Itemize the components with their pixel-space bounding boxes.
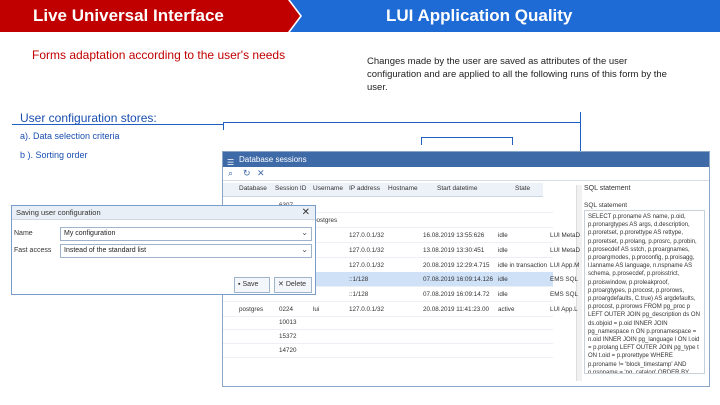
cell-user: lui xyxy=(313,306,320,313)
sql-statement-box[interactable]: SELECT p.proname AS name, p.oid, p.prona… xyxy=(584,210,705,374)
cell-state: idle xyxy=(498,247,508,254)
sql-label: SQL statement xyxy=(584,202,628,209)
bracket-window xyxy=(223,122,581,130)
cell-state: idle xyxy=(498,232,508,239)
table-row[interactable]: 15372 xyxy=(223,329,553,344)
header-right-title: LUI Application Quality xyxy=(386,6,573,25)
cell-state: active xyxy=(498,306,515,313)
column-username[interactable]: Username xyxy=(313,185,343,192)
cell-sid: 14720 xyxy=(279,347,297,354)
delete-icon: ✕ xyxy=(278,281,284,288)
bracket-start-column xyxy=(421,137,513,145)
dialog-title-bar: Saving user configuration ✕ xyxy=(12,206,315,220)
dialog-close-icon[interactable]: ✕ xyxy=(302,206,310,220)
table-row[interactable]: 10013 xyxy=(223,315,553,330)
cell-state: idle xyxy=(498,291,508,298)
stores-item-criteria: a). Data selection criteria xyxy=(20,131,120,141)
name-value: My configuration xyxy=(64,230,116,237)
fast-access-select[interactable]: Instead of the standard list ⌄ xyxy=(60,244,312,258)
window-title: Database sessions xyxy=(239,155,307,164)
cell-app: EMS SQL xyxy=(550,291,578,298)
column-start-datetime[interactable]: Start datetime xyxy=(437,185,477,192)
column-state[interactable]: State xyxy=(515,185,530,192)
column-ip-address[interactable]: IP address xyxy=(349,185,380,192)
cell-start: 07.08.2019 16:09:14.126 xyxy=(423,276,494,283)
window-toolbar: ⌕ ↻ ✕ xyxy=(223,167,709,181)
name-field[interactable]: My configuration ⌄ xyxy=(60,227,312,241)
column-hostname[interactable]: Hostname xyxy=(388,185,418,192)
delete-label: Delete xyxy=(285,281,307,288)
save-button[interactable]: ▪ Save xyxy=(234,277,270,293)
cell-state: idle xyxy=(498,276,508,283)
delete-button[interactable]: ✕ Delete xyxy=(274,277,312,293)
cell-ip: ::1/128 xyxy=(349,291,369,298)
refresh-icon[interactable]: ↻ xyxy=(243,168,251,179)
stores-title: User configuration stores: xyxy=(20,111,157,125)
cell-sid: 10013 xyxy=(279,319,297,326)
sql-column-header: SQL statement xyxy=(584,185,631,192)
cell-start: 20.08.2019 12:29:4.715 xyxy=(423,262,490,269)
cell-app: EMS SQL xyxy=(550,276,578,283)
cell-sid: 15372 xyxy=(279,333,297,340)
cell-start: 16.08.2019 13:55:626 xyxy=(423,232,485,239)
column-session-id[interactable]: Session ID xyxy=(275,185,306,192)
header-left-title: Live Universal Interface xyxy=(33,6,224,25)
stores-item-sorting: b ). Sorting order xyxy=(20,150,88,160)
cell-start: 07.08.2019 16:09:14.72 xyxy=(423,291,490,298)
chevron-down-icon[interactable]: ⌄ xyxy=(301,227,308,239)
table-header: Database Session ID Username IP address … xyxy=(223,183,543,197)
save-icon: ▪ xyxy=(238,281,241,288)
cell-ip: 127.0.0.1/32 xyxy=(349,247,385,254)
dialog-title: Saving user configuration xyxy=(16,208,101,217)
chevron-down-icon[interactable]: ⌄ xyxy=(301,244,308,256)
description-text: Changes made by the user are saved as at… xyxy=(367,56,667,93)
window-title-bar: ☰ Database sessions xyxy=(223,152,709,167)
name-label: Name xyxy=(14,230,33,237)
cell-db: postgres xyxy=(239,306,264,313)
cell-ip: 127.0.0.1/32 xyxy=(349,232,385,239)
access-value: Instead of the standard list xyxy=(64,247,147,254)
cell-app: LUI MetaD xyxy=(550,247,581,254)
cell-ip: 127.0.0.1/32 xyxy=(349,306,385,313)
cell-app: LUI App.L xyxy=(550,306,578,313)
save-configuration-dialog: Saving user configuration ✕ Name My conf… xyxy=(11,205,316,295)
cell-app: LUI App.M xyxy=(550,262,580,269)
cell-ip: 127.0.0.1/32 xyxy=(349,262,385,269)
search-icon[interactable]: ⌕ xyxy=(228,168,233,179)
lead-text: Forms adaptation according to the user's… xyxy=(32,48,286,62)
column-database[interactable]: Database xyxy=(239,185,267,192)
cell-start: 13.08.2019 13:30:451 xyxy=(423,247,485,254)
cell-app: LUI MetaD xyxy=(550,232,581,239)
cell-state: idle in transaction xyxy=(498,262,548,269)
access-label: Fast access xyxy=(14,247,52,254)
table-scrollbar[interactable] xyxy=(576,185,582,381)
cell-start: 20.08.2019 11:41:23.00 xyxy=(423,306,490,313)
bracket-left-line xyxy=(12,124,223,125)
close-icon[interactable]: ✕ xyxy=(257,168,265,179)
cell-sid: 0224 xyxy=(279,306,294,313)
cell-user: postgres xyxy=(313,217,338,224)
table-row[interactable]: 14720 xyxy=(223,343,553,358)
save-label: Save xyxy=(242,281,259,288)
cell-ip: ::1/128 xyxy=(349,276,369,283)
